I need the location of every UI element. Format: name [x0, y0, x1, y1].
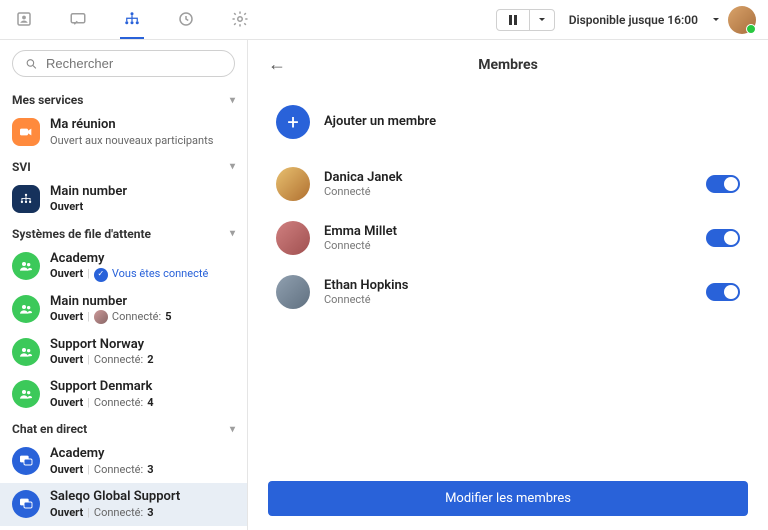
- main-title: Membres: [292, 57, 724, 73]
- user-avatar[interactable]: [728, 6, 756, 34]
- member-name: Danica Janek: [324, 170, 692, 185]
- group-icon: [12, 380, 40, 408]
- pause-control[interactable]: [496, 9, 555, 31]
- item-title: Main number: [50, 184, 235, 200]
- section-chat[interactable]: Chat en direct ▾: [0, 416, 247, 440]
- tab-messages[interactable]: [66, 1, 90, 39]
- member-row: Danica JanekConnecté: [276, 157, 740, 211]
- chevron-down-icon: ▾: [230, 424, 235, 435]
- check-icon: ✓: [94, 268, 108, 282]
- chevron-down-icon[interactable]: [712, 16, 720, 24]
- item-sub: Ouvert: [50, 200, 83, 214]
- section-title: Chat en direct: [12, 422, 87, 436]
- sidebar-item-main-svi[interactable]: Main numberOuvert: [0, 178, 247, 221]
- search-input[interactable]: [12, 50, 235, 77]
- item-sub: Ouvert aux nouveaux participants: [50, 134, 235, 148]
- chat-icon: [12, 490, 40, 518]
- back-button[interactable]: ←: [268, 54, 292, 75]
- member-toggle[interactable]: [706, 283, 740, 301]
- member-status: Connecté: [324, 239, 692, 252]
- sidebar-item-denmark-q[interactable]: Support DenmarkOuvert|Connecté:4: [0, 373, 247, 416]
- edit-members-button[interactable]: Modifier les membres: [268, 481, 748, 516]
- tab-contacts[interactable]: [12, 1, 36, 39]
- section-mes-services[interactable]: Mes services ▾: [0, 87, 247, 111]
- item-title: Main number: [50, 294, 235, 310]
- avatar: [276, 275, 310, 309]
- video-icon: [12, 118, 40, 146]
- main-panel: ← Membres + Ajouter un membre Danica Jan…: [248, 40, 768, 530]
- group-icon: [12, 252, 40, 280]
- item-title: Support Norway: [50, 337, 235, 353]
- plus-icon: +: [276, 105, 310, 139]
- section-title: SVI: [12, 160, 31, 174]
- avatar: [276, 221, 310, 255]
- item-title: Ma réunion: [50, 117, 235, 133]
- chevron-down-icon: ▾: [230, 95, 235, 106]
- section-svi[interactable]: SVI ▾: [0, 154, 247, 178]
- pause-icon[interactable]: [497, 10, 530, 30]
- member-status: Connecté: [324, 293, 692, 306]
- mini-avatar: [94, 310, 108, 324]
- chat-icon: [12, 447, 40, 475]
- avatar: [276, 167, 310, 201]
- tab-history[interactable]: [174, 1, 198, 39]
- item-title: Academy: [50, 251, 235, 267]
- search-icon: [25, 57, 38, 71]
- sidebar-item-meeting[interactable]: Ma réunionOuvert aux nouveaux participan…: [0, 111, 247, 154]
- member-toggle[interactable]: [706, 175, 740, 193]
- add-member[interactable]: + Ajouter un membre: [276, 95, 740, 157]
- item-title: Saleqo Global Support: [50, 489, 235, 505]
- member-status: Connecté: [324, 185, 692, 198]
- member-toggle[interactable]: [706, 229, 740, 247]
- sidebar: Mes services ▾ Ma réunionOuvert aux nouve…: [0, 40, 248, 530]
- section-title: Systèmes de file d'attente: [12, 227, 151, 241]
- item-title: Academy: [50, 446, 235, 462]
- member-name: Ethan Hopkins: [324, 278, 692, 293]
- top-bar: Disponible jusque 16:00: [0, 0, 768, 40]
- top-tabs: [12, 1, 252, 39]
- chevron-down-icon: ▾: [230, 161, 235, 172]
- pause-dropdown[interactable]: [530, 10, 554, 30]
- sidebar-item-norway-q[interactable]: Support NorwayOuvert|Connecté:2: [0, 331, 247, 374]
- sidebar-item-saleqo-c[interactable]: Saleqo Global SupportOuvert|Connecté:3: [0, 483, 247, 526]
- availability-text: Disponible jusque 16:00: [569, 13, 698, 27]
- group-icon: [12, 338, 40, 366]
- tab-org[interactable]: [120, 1, 144, 39]
- section-voicemail[interactable]: Messages vocaux partagés▾: [0, 526, 247, 530]
- section-title: Mes services: [12, 93, 83, 107]
- add-member-label: Ajouter un membre: [324, 114, 436, 130]
- group-icon: [12, 295, 40, 323]
- tab-settings[interactable]: [228, 1, 252, 39]
- item-title: Support Denmark: [50, 379, 235, 395]
- org-icon: [12, 185, 40, 213]
- member-name: Emma Millet: [324, 224, 692, 239]
- member-row: Emma MilletConnecté: [276, 211, 740, 265]
- search-field[interactable]: [46, 56, 222, 71]
- member-row: Ethan HopkinsConnecté: [276, 265, 740, 319]
- chevron-down-icon: ▾: [230, 228, 235, 239]
- sidebar-item-academy-c[interactable]: AcademyOuvert|Connecté:3: [0, 440, 247, 483]
- section-queues[interactable]: Systèmes de file d'attente ▾: [0, 221, 247, 245]
- sidebar-item-main-q[interactable]: Main numberOuvert|Connecté:5: [0, 288, 247, 331]
- sidebar-item-academy-q[interactable]: AcademyOuvert|✓Vous êtes connecté: [0, 245, 247, 288]
